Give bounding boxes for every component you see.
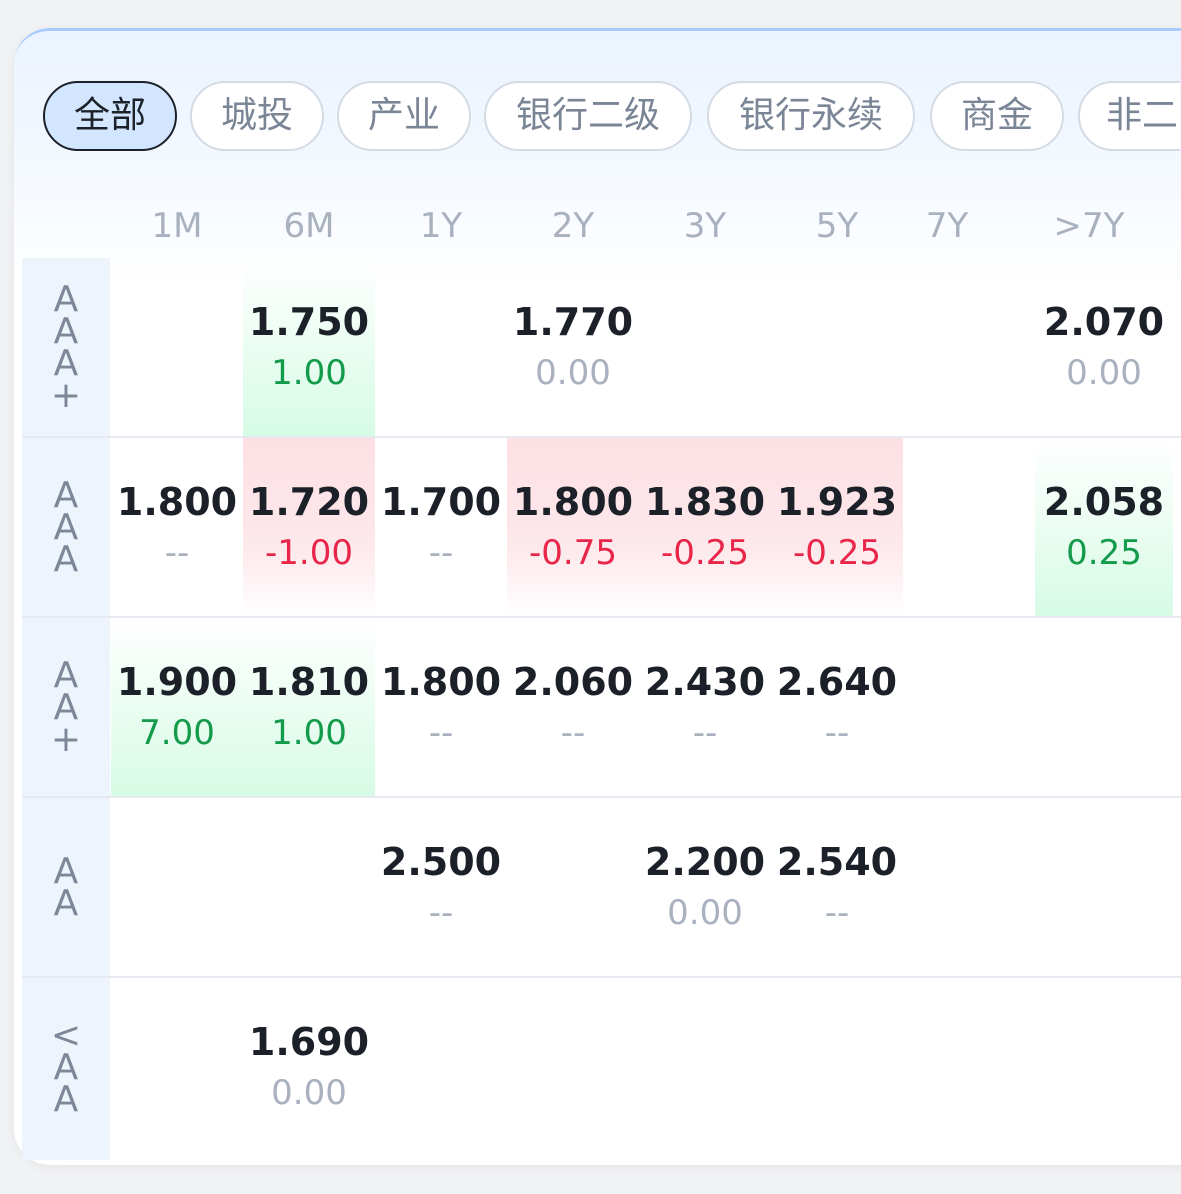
yield-cell[interactable]: 1.800 -0.75: [507, 476, 639, 578]
yield-cell[interactable]: 1.720 -1.00: [243, 476, 375, 578]
yield-cell[interactable]: 1.770 0.00: [507, 296, 639, 398]
yield-value: 1.923: [776, 480, 898, 524]
yield-value: 2.430: [644, 660, 766, 704]
yield-change: --: [824, 713, 850, 753]
rating-char: +: [50, 375, 82, 416]
yield-cell[interactable]: 1.750 1.00: [243, 296, 375, 398]
tab-urban-investment[interactable]: 城投: [190, 81, 324, 151]
yield-change: 0.00: [535, 353, 611, 393]
yield-change: 0.25: [1066, 533, 1142, 573]
yield-value: 1.750: [248, 300, 370, 344]
yield-cell[interactable]: 2.500 --: [375, 836, 507, 938]
yield-change: 0.00: [667, 893, 743, 933]
yield-change: --: [428, 533, 454, 573]
rating-char: A: [53, 883, 79, 924]
yield-cell[interactable]: 1.830 -0.25: [639, 476, 771, 578]
tab-non-tier2[interactable]: 非二: [1078, 81, 1180, 151]
row-label-rating: A A +: [22, 618, 110, 798]
column-header-2: 1Y: [419, 206, 463, 246]
yield-value: 1.800: [116, 480, 238, 524]
yield-value: 1.830: [644, 480, 766, 524]
yield-cell[interactable]: 2.200 0.00: [639, 836, 771, 938]
row-label-rating: A A A +: [22, 258, 110, 438]
yield-change: --: [560, 713, 586, 753]
yield-value: 2.540: [776, 840, 898, 884]
column-header-5: 5Y: [815, 206, 859, 246]
yield-change: -0.25: [793, 533, 881, 573]
yield-change: 1.00: [271, 713, 347, 753]
yield-value: 1.720: [248, 480, 370, 524]
yield-value: 1.800: [512, 480, 634, 524]
yield-value: 1.810: [248, 660, 370, 704]
yield-cell[interactable]: 2.058 0.25: [1038, 476, 1170, 578]
yield-cell[interactable]: 2.430 --: [639, 656, 771, 758]
yield-value: 2.500: [380, 840, 502, 884]
column-header-3: 2Y: [551, 206, 595, 246]
yield-cell[interactable]: 1.800 --: [111, 476, 243, 578]
yield-value: 2.070: [1043, 300, 1165, 344]
yield-change: --: [692, 713, 718, 753]
row-label-rating: AA: [22, 798, 110, 978]
yield-cell[interactable]: 1.800 --: [375, 656, 507, 758]
yield-value: 2.058: [1043, 480, 1165, 524]
yield-value: 2.640: [776, 660, 898, 704]
yield-change: 0.00: [271, 1073, 347, 1113]
yield-change: -1.00: [265, 533, 353, 573]
yield-cell[interactable]: 2.070 0.00: [1038, 296, 1170, 398]
yield-change: 7.00: [139, 713, 215, 753]
tab-bank-perpetual[interactable]: 银行永续: [707, 81, 915, 151]
rating-char: A: [53, 1079, 79, 1120]
yield-change: --: [428, 893, 454, 933]
yield-cell[interactable]: 1.900 7.00: [111, 656, 243, 758]
yield-change: 1.00: [271, 353, 347, 393]
category-tabs: 全部 城投 产业 银行二级 银行永续 商金 非二: [43, 81, 1180, 151]
column-header-7: >7Y: [1053, 206, 1125, 246]
yield-value: 1.770: [512, 300, 634, 344]
yield-cell[interactable]: 2.640 --: [771, 656, 903, 758]
yield-value: 1.800: [380, 660, 502, 704]
yield-change: --: [164, 533, 190, 573]
yield-cell[interactable]: 2.540 --: [771, 836, 903, 938]
column-header-4: 3Y: [683, 206, 727, 246]
row-divider: [22, 796, 1181, 798]
yield-change: -0.75: [529, 533, 617, 573]
yield-value: 2.200: [644, 840, 766, 884]
yield-change: --: [824, 893, 850, 933]
tab-all[interactable]: 全部: [43, 81, 177, 151]
column-header-0: 1M: [151, 206, 203, 246]
tab-industry[interactable]: 产业: [337, 81, 471, 151]
yield-value: 1.900: [116, 660, 238, 704]
tab-commercial-finance[interactable]: 商金: [930, 81, 1064, 151]
yield-change: -0.25: [661, 533, 749, 573]
yield-cell[interactable]: 2.060 --: [507, 656, 639, 758]
yield-change: 0.00: [1066, 353, 1142, 393]
yield-value: 2.060: [512, 660, 634, 704]
rating-char: +: [50, 719, 82, 760]
tab-bank-tier2[interactable]: 银行二级: [484, 81, 692, 151]
rating-char: A: [53, 539, 79, 580]
column-header-1: 6M: [283, 206, 335, 246]
row-label-rating: AAA: [22, 438, 110, 618]
yield-change: --: [428, 713, 454, 753]
yield-cell[interactable]: 1.690 0.00: [243, 1016, 375, 1118]
row-label-rating: < A A: [22, 978, 110, 1158]
column-header-6: 7Y: [925, 206, 969, 246]
yield-cell[interactable]: 1.700 --: [375, 476, 507, 578]
yield-value: 1.690: [248, 1020, 370, 1064]
row-divider: [22, 976, 1181, 978]
yield-cell[interactable]: 1.923 -0.25: [771, 476, 903, 578]
yield-value: 1.700: [380, 480, 502, 524]
yield-cell[interactable]: 1.810 1.00: [243, 656, 375, 758]
